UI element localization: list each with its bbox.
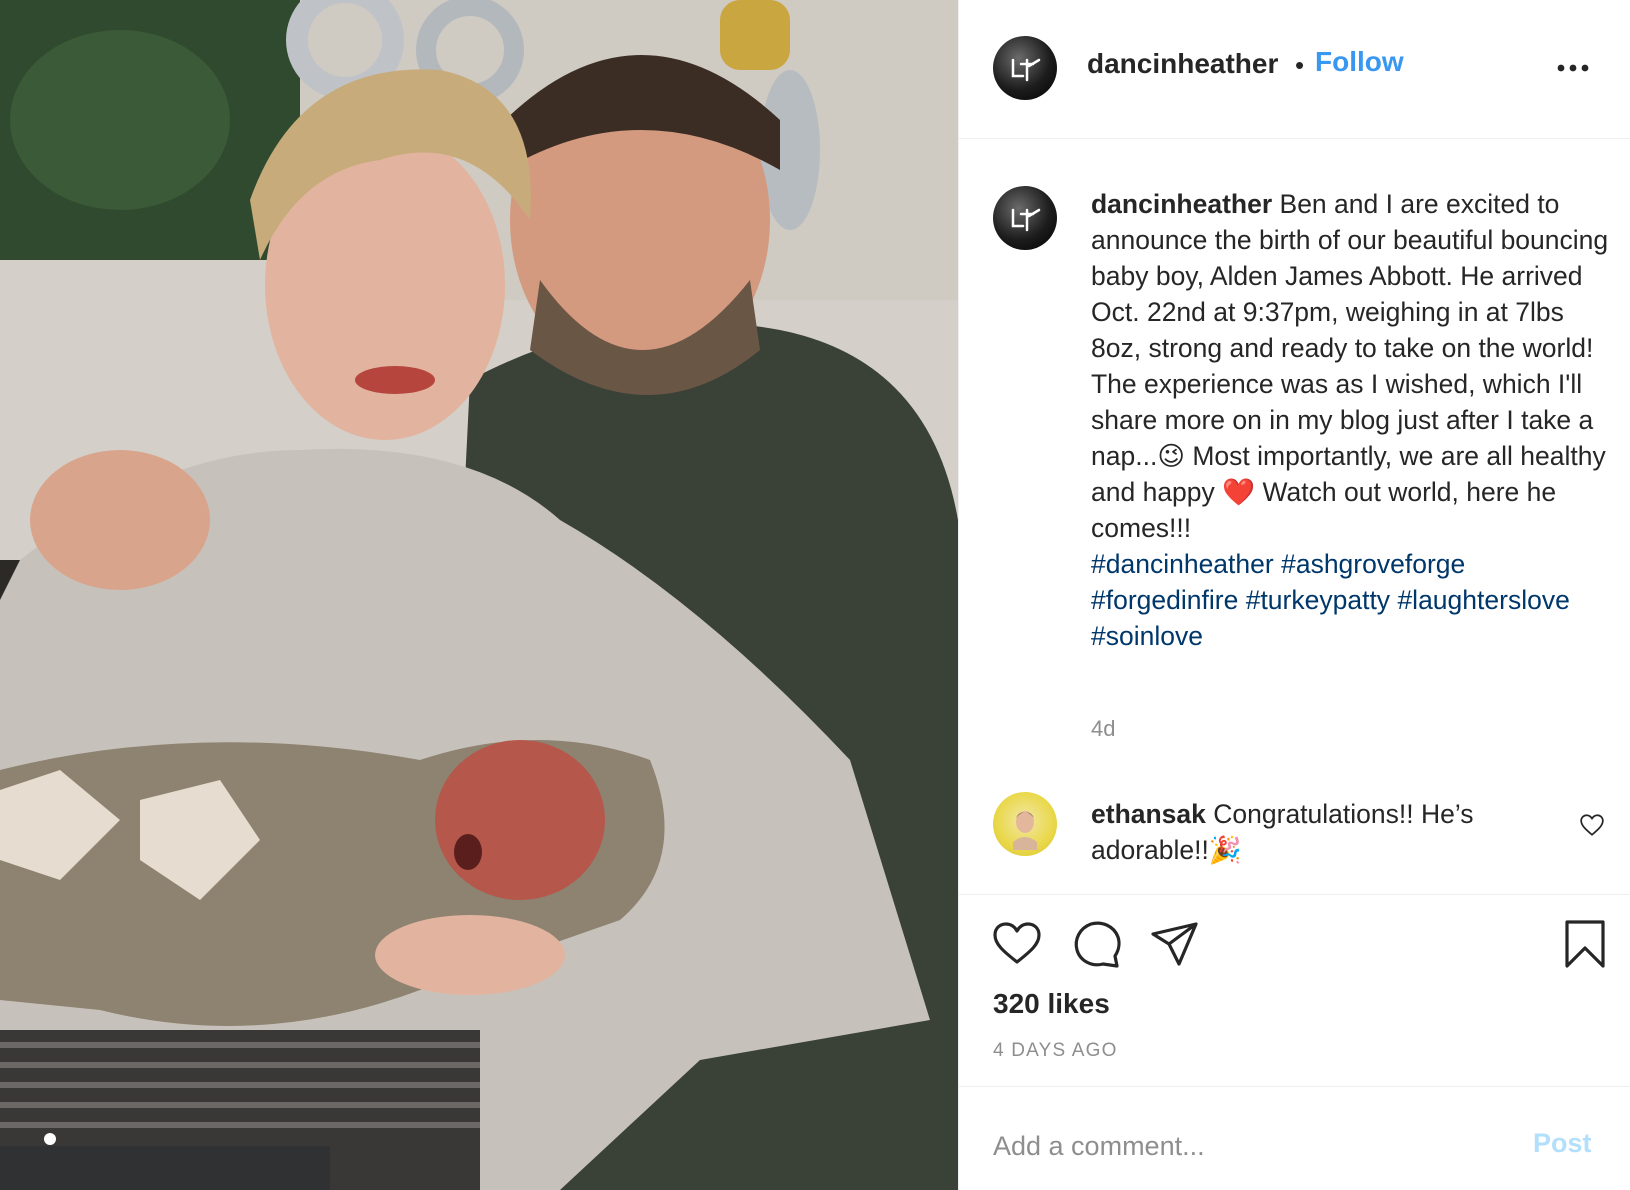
post-caption: dancinheather Ben and I are excited to a…	[1091, 186, 1611, 654]
post-panel: dancinheather • Follow dancinheather Ben…	[958, 0, 1630, 1190]
commenter-username[interactable]: ethansak	[1091, 799, 1206, 829]
separator-bullet: •	[1295, 50, 1305, 80]
caption-timestamp[interactable]: 4d	[1091, 716, 1115, 742]
carousel-bar	[0, 1146, 330, 1190]
actions-divider	[959, 894, 1630, 895]
more-horizontal-icon[interactable]	[1553, 48, 1593, 88]
bookmark-icon[interactable]	[1559, 918, 1611, 970]
hashtag-link[interactable]: #laughterslove	[1397, 585, 1569, 615]
party-emoji: 🎉	[1208, 835, 1242, 865]
comment-item: ethansak Congratulations!! He’s adorable…	[1091, 796, 1531, 868]
dancer-logo-icon	[1011, 58, 1041, 82]
carousel-dot[interactable]	[44, 1133, 56, 1145]
heart-emoji: ❤️	[1222, 477, 1256, 507]
hashtag-link[interactable]: #dancinheather	[1091, 549, 1274, 579]
caption-text: Ben and I are excited to announce the bi…	[1091, 189, 1609, 471]
post-comment-button[interactable]: Post	[1533, 1128, 1592, 1159]
comment-input-divider	[959, 1086, 1630, 1087]
add-comment-input[interactable]	[993, 1126, 1513, 1166]
comment-like-heart-icon[interactable]	[1579, 812, 1605, 838]
post-date[interactable]: 4 DAYS AGO	[993, 1040, 1118, 1062]
likes-count[interactable]: 320 likes	[993, 988, 1110, 1020]
hashtag-link[interactable]: #turkeypatty	[1246, 585, 1390, 615]
action-bar	[991, 918, 1611, 974]
author-username[interactable]: dancinheather	[1087, 48, 1278, 80]
caption-avatar[interactable]	[993, 186, 1057, 250]
commenter-avatar[interactable]	[993, 792, 1057, 856]
hashtag-link[interactable]: #soinlove	[1091, 621, 1203, 651]
dancer-logo-icon	[1011, 208, 1041, 232]
person-portrait-icon	[1013, 811, 1037, 850]
post-header: dancinheather • Follow	[959, 0, 1630, 138]
heart-icon[interactable]	[991, 918, 1043, 970]
author-avatar[interactable]	[993, 36, 1057, 100]
paper-plane-icon[interactable]	[1149, 918, 1201, 970]
family-photo-illustration	[0, 0, 958, 1190]
header-divider	[959, 138, 1630, 139]
caption-username[interactable]: dancinheather	[1091, 189, 1272, 219]
follow-button[interactable]: Follow	[1315, 46, 1404, 78]
wink-emoji: 😉	[1157, 441, 1185, 471]
post-photo[interactable]	[0, 0, 958, 1190]
hashtag-link[interactable]: #ashgroveforge	[1281, 549, 1465, 579]
comment-icon[interactable]	[1071, 918, 1123, 970]
hashtag-link[interactable]: #forgedinfire	[1091, 585, 1238, 615]
